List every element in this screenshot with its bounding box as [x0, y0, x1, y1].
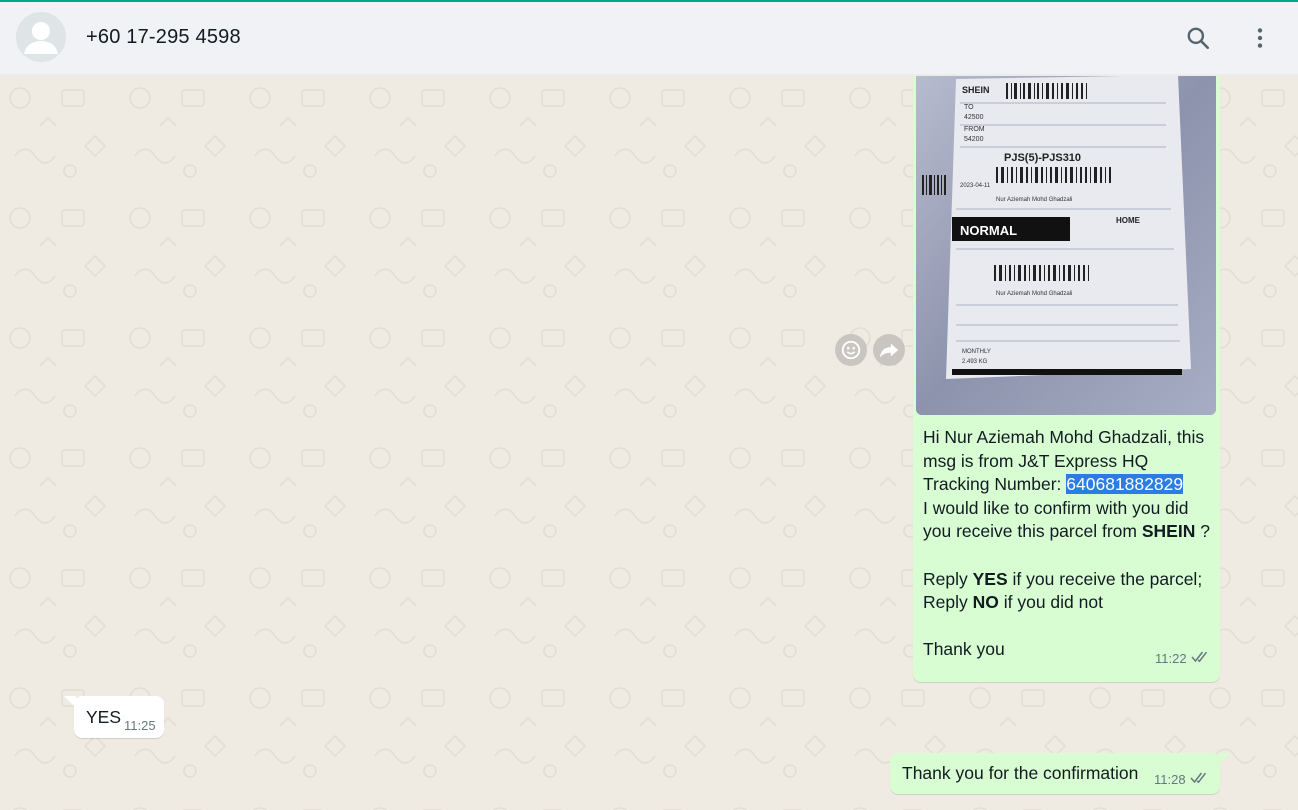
label-weight: 2.493 KG: [962, 359, 988, 365]
label-date: 2023-04-11: [960, 183, 991, 189]
label-recipient: Nur Aziemah Mohd Ghadzali: [996, 197, 1072, 203]
tracking-label: Tracking Number:: [923, 474, 1067, 495]
label-postcode-2: 54200: [964, 136, 984, 143]
label-delivery-type: HOME: [1116, 216, 1141, 225]
incoming-message[interactable]: YES 11:25: [74, 696, 164, 738]
message-time: 11:28: [1154, 772, 1186, 787]
message-line: Reply YES if you receive the parcel;: [923, 568, 1203, 589]
message-text: Hi Nur Aziemah Mohd Ghadzali, this msg i…: [923, 426, 1213, 662]
double-check-icon: [1191, 651, 1211, 666]
forward-icon[interactable]: [873, 334, 905, 366]
label-to-1: TO: [964, 104, 974, 111]
chat-area[interactable]: SHEIN TO 42500 FROM 54200 PJS(5)-PJS310 …: [0, 76, 1298, 810]
label-postcode-1: 42500: [964, 114, 984, 121]
message-text: YES: [86, 707, 122, 727]
message-line: I would like to confirm with you did: [923, 497, 1189, 518]
default-avatar-icon[interactable]: [16, 12, 66, 62]
message-text: Thank you for the confirmation: [902, 763, 1139, 783]
search-icon[interactable]: [1184, 24, 1212, 52]
message-line: Hi Nur Aziemah Mohd Ghadzali, this: [923, 427, 1205, 447]
outgoing-image-message[interactable]: SHEIN TO 42500 FROM 54200 PJS(5)-PJS310 …: [913, 76, 1220, 682]
menu-icon[interactable]: [1246, 24, 1274, 52]
bold-yes: YES: [972, 568, 1008, 589]
message-line: Tracking Number: 640681882829: [923, 473, 1213, 497]
label-brand-text: SHEIN: [962, 85, 990, 95]
message-line: you receive this parcel from SHEIN ?: [923, 521, 1210, 542]
double-check-icon: [1190, 772, 1210, 787]
label-monthly: MONTHLY: [962, 349, 991, 355]
tracking-number-selected[interactable]: 640681882829: [1066, 474, 1184, 495]
parcel-photo[interactable]: SHEIN TO 42500 FROM 54200 PJS(5)-PJS310 …: [916, 76, 1216, 415]
contact-name[interactable]: +60 17-295 4598: [86, 26, 241, 49]
message-time: 11:22: [1155, 651, 1187, 666]
label-from-1: FROM: [964, 126, 985, 133]
message-line: msg is from J&T Express HQ: [923, 450, 1149, 471]
svg-text:Nur Aziemah Mohd Ghadzali: Nur Aziemah Mohd Ghadzali: [996, 291, 1072, 297]
bold-no: NO: [972, 592, 999, 613]
message-meta: 11:22: [1155, 651, 1211, 666]
label-service: NORMAL: [960, 223, 1017, 238]
bold-shein: SHEIN: [1141, 521, 1196, 542]
message-time: 11:25: [124, 718, 156, 733]
message-line: Reply NO if you did not: [923, 592, 1103, 613]
label-route-code: PJS(5)-PJS310: [1004, 152, 1081, 164]
chat-header: +60 17-295 4598: [0, 2, 1298, 75]
emoji-react-icon[interactable]: [835, 334, 867, 366]
outgoing-message[interactable]: Thank you for the confirmation 11:28: [890, 753, 1220, 794]
message-meta: 11:28: [1154, 772, 1210, 787]
